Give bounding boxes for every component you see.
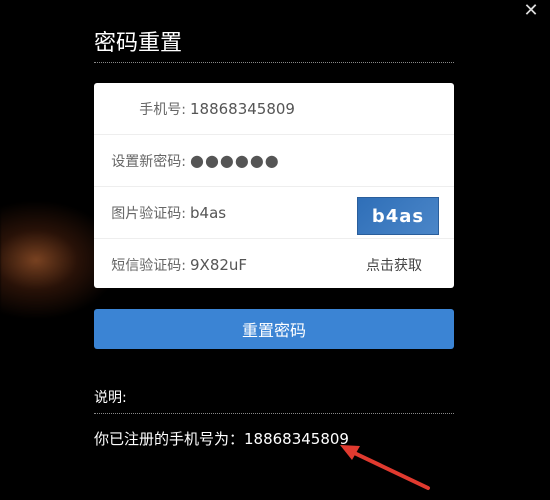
get-sms-code-button[interactable]: 点击获取	[366, 255, 422, 275]
new-password-row: 设置新密码: ●●●●●●	[94, 135, 454, 187]
new-password-input[interactable]: ●●●●●●	[190, 151, 454, 170]
close-icon[interactable]: ✕	[522, 2, 540, 20]
new-password-label: 设置新密码:	[111, 153, 186, 170]
phone-label: 手机号:	[139, 101, 186, 118]
reset-form: 手机号: 18868345809 设置新密码: ●●●●●● 图片验证码: b4…	[94, 83, 454, 288]
phone-input[interactable]: 18868345809	[190, 100, 454, 118]
notes-text: 你已注册的手机号为：18868345809	[94, 430, 349, 448]
title-divider	[94, 62, 454, 63]
dialog-title: 密码重置	[94, 31, 183, 56]
notes-divider	[94, 413, 454, 414]
notes-label: 说明:	[94, 390, 127, 406]
image-captcha-row: 图片验证码: b4as b4as	[94, 187, 454, 239]
pointer-arrow-icon	[340, 445, 430, 490]
image-captcha-label: 图片验证码:	[111, 205, 186, 222]
sms-code-row: 短信验证码: 9X82uF 点击获取	[94, 239, 454, 290]
reset-password-button[interactable]: 重置密码	[94, 309, 454, 349]
captcha-image[interactable]: b4as	[357, 197, 439, 235]
sms-code-label: 短信验证码:	[111, 257, 186, 274]
phone-row: 手机号: 18868345809	[94, 83, 454, 135]
